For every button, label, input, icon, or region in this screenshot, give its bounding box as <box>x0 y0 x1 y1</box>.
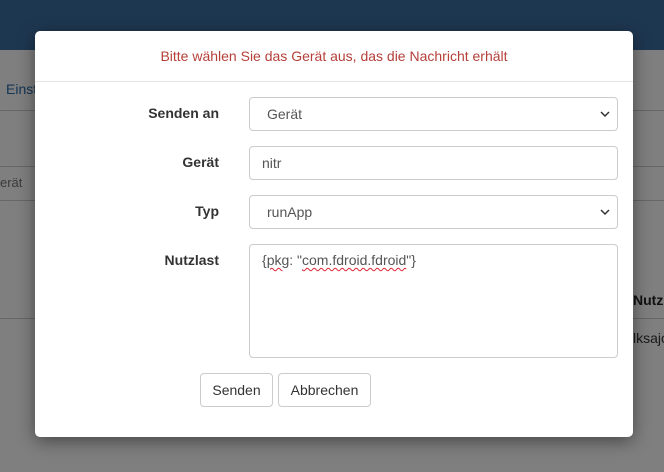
type-value: runApp <box>267 204 313 220</box>
device-input[interactable]: nitr <box>249 146 618 180</box>
payload-text-part: com.fdroid.fdroid <box>302 252 407 268</box>
send-message-dialog: Bitte wählen Sie das Gerät aus, das die … <box>35 31 633 437</box>
chevron-down-icon <box>600 111 610 118</box>
send-to-value: Gerät <box>267 106 303 122</box>
payload-text-part: : " <box>289 252 303 268</box>
dialog-header: Bitte wählen Sie das Gerät aus, das die … <box>35 31 633 82</box>
chevron-down-icon <box>600 209 610 216</box>
type-label: Typ <box>195 203 219 219</box>
payload-textarea[interactable]: {pkg: "com.fdroid.fdroid"} <box>249 244 618 358</box>
device-label: Gerät <box>182 154 219 170</box>
type-select[interactable]: runApp <box>249 195 618 229</box>
payload-text-part: "} <box>406 252 416 268</box>
payload-label: Nutzlast <box>164 252 219 268</box>
send-button[interactable]: Senden <box>200 373 273 407</box>
send-to-select[interactable]: Gerät <box>249 97 618 131</box>
send-to-label: Senden an <box>148 105 219 121</box>
cancel-button[interactable]: Abbrechen <box>278 373 371 407</box>
payload-text-part: pkg <box>266 252 290 268</box>
dialog-title: Bitte wählen Sie das Gerät aus, das die … <box>160 48 508 64</box>
device-input-value: nitr <box>262 155 282 171</box>
